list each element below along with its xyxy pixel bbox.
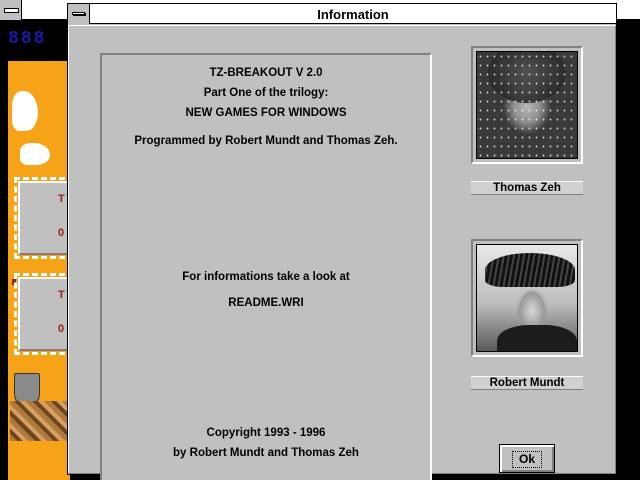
system-menu-button[interactable] [68,4,90,24]
background-brick-panel: T0 [14,177,74,259]
system-menu-icon [72,12,85,15]
info-text-panel: TZ-BREAKOUT V 2.0 Part One of the trilog… [100,53,432,480]
background-score-display: 888 [8,29,47,49]
trilogy-text: Part One of the trilogy: [203,87,329,99]
background-system-menu-button[interactable] [0,0,22,20]
information-dialog: Information TZ-BREAKOUT V 2.0 Part One o… [67,3,617,480]
copyright-text: Copyright 1993 - 1996 [206,427,326,439]
background-flame [12,91,38,131]
ok-button[interactable]: Ok [499,444,555,473]
robert-mundt-name-label: Robert Mundt [471,376,583,390]
thomas-zeh-name-label: Thomas Zeh [471,181,583,195]
ok-button-label: Ok [518,452,535,466]
background-brick-panel: T0 [14,273,74,355]
readme-hint-text: For informations take a look at [182,271,350,283]
background-window-edge [616,30,640,480]
programmers-text: Programmed by Robert Mundt and Thomas Ze… [134,135,398,147]
robert-mundt-photo [471,239,583,357]
portrait-image [476,51,578,159]
dialog-title: Information [317,7,389,22]
readme-filename-text: README.WRI [228,297,304,309]
thomas-zeh-photo [471,46,583,164]
copyright-authors-text: by Robert Mundt and Thomas Zeh [173,447,359,459]
series-name-text: NEW GAMES FOR WINDOWS [185,107,347,119]
background-rubble [10,401,70,441]
dialog-client-area: TZ-BREAKOUT V 2.0 Part One of the trilog… [68,25,616,480]
background-flame [20,143,50,165]
portrait-image [476,244,578,352]
dialog-title-bar[interactable]: Information [68,4,616,24]
program-name-text: TZ-BREAKOUT V 2.0 [209,67,323,79]
